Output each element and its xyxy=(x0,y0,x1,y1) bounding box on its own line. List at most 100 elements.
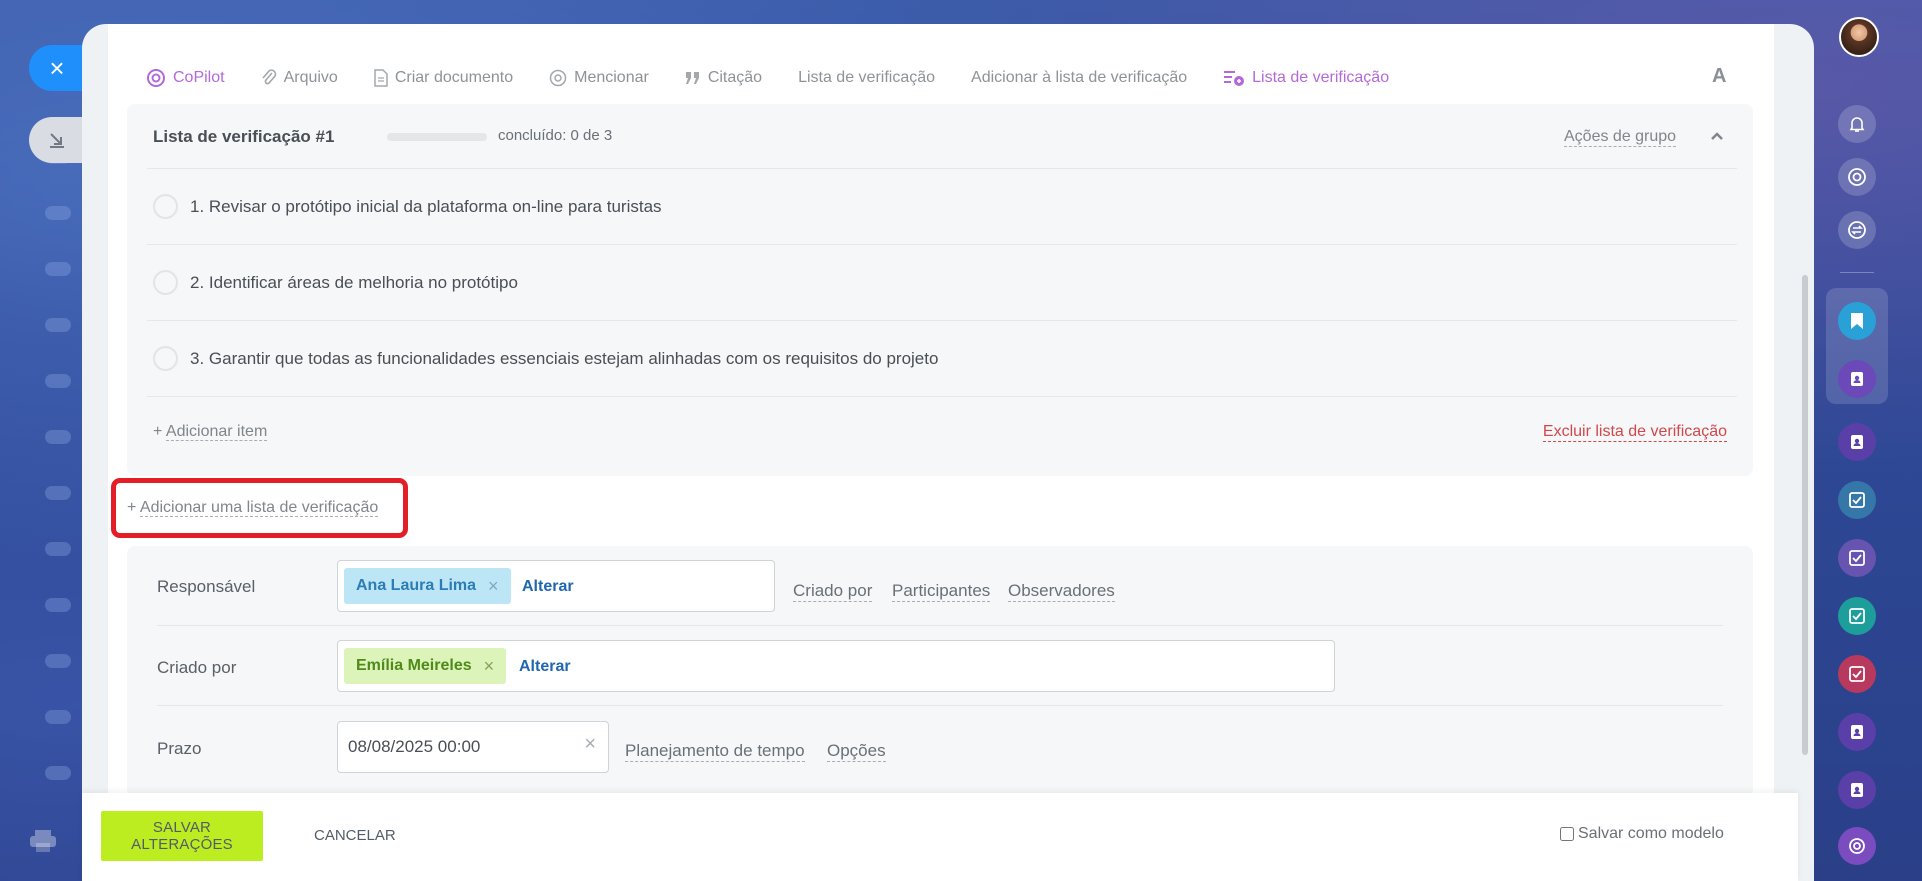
checklist-item-text[interactable]: 3. Garantir que todas as funcionalidades… xyxy=(190,349,938,369)
paperclip-icon xyxy=(261,69,276,85)
checklist-items: 1. Revisar o protótipo inicial da plataf… xyxy=(147,168,1737,396)
task-icon xyxy=(1849,550,1865,566)
checklist-title[interactable]: Lista de verificação #1 xyxy=(153,127,334,147)
toolbar-add-to-checklist[interactable]: Adicionar à lista de verificação xyxy=(971,69,1187,87)
checklist-item-text[interactable]: 2. Identificar áreas de melhoria no prot… xyxy=(190,273,518,293)
chevron-up-icon xyxy=(1711,132,1723,140)
sidebar-bookmark-button[interactable] xyxy=(1838,302,1876,340)
avatar[interactable] xyxy=(1839,17,1879,57)
observers-link[interactable]: Observadores xyxy=(1008,581,1115,602)
time-planning-link[interactable]: Planejamento de tempo xyxy=(625,741,805,762)
field-row-deadline: Prazo 08/08/2025 00:00 × Planejamento de… xyxy=(157,706,1723,786)
bottom-action-bar: SALVAR ALTERAÇÕES CANCELAR Salvar como m… xyxy=(82,793,1798,881)
remove-chip-icon[interactable]: × xyxy=(488,576,499,597)
add-item-link[interactable]: + Adicionar item xyxy=(153,423,268,441)
sync-button[interactable] xyxy=(1838,211,1876,249)
save-changes-button[interactable]: SALVAR ALTERAÇÕES xyxy=(101,811,263,861)
task-fields: Responsável Ana Laura Lima × Alterar Cri… xyxy=(127,546,1753,798)
checklist-item: 1. Revisar o protótipo inicial da plataf… xyxy=(147,168,1737,244)
quote-icon xyxy=(685,72,699,84)
contact-card-icon xyxy=(1851,725,1863,739)
toolbar-checklist[interactable]: Lista de verificação xyxy=(798,69,935,87)
sidebar-contact-button[interactable] xyxy=(1838,713,1876,751)
copilot-button[interactable] xyxy=(1838,158,1876,196)
checklist-item-checkbox[interactable] xyxy=(153,194,178,219)
delete-checklist-link[interactable]: Excluir lista de verificação xyxy=(1542,423,1727,442)
toolbar-attach-file[interactable]: Arquivo xyxy=(261,68,338,88)
copilot-icon xyxy=(1849,838,1865,854)
checklist-block: Lista de verificação #1 concluído: 0 de … xyxy=(127,104,1753,476)
responsible-input[interactable]: Ana Laura Lima × Alterar xyxy=(337,560,775,612)
clear-date-icon[interactable]: × xyxy=(584,733,596,756)
remove-chip-icon[interactable]: × xyxy=(484,656,495,677)
contact-card-icon xyxy=(1851,783,1863,797)
sidebar-contact-button[interactable] xyxy=(1838,771,1876,809)
created-by-link[interactable]: Criado por xyxy=(793,581,873,602)
cancel-button[interactable]: CANCELAR xyxy=(314,827,396,844)
task-icon xyxy=(1849,666,1865,682)
sync-icon xyxy=(1848,221,1866,239)
collapse-checklist-button[interactable] xyxy=(1707,126,1727,146)
created-by-input[interactable]: Emília Meireles × Alterar xyxy=(337,640,1335,692)
contact-card-icon xyxy=(1851,435,1863,449)
task-icon xyxy=(1849,492,1865,508)
checklist-item-checkbox[interactable] xyxy=(153,346,178,371)
checklist-icon xyxy=(1224,71,1245,86)
change-responsible-link[interactable]: Alterar xyxy=(522,578,574,596)
panel-scrollbar[interactable] xyxy=(1802,275,1808,755)
responsible-chip[interactable]: Ana Laura Lima × xyxy=(344,568,511,604)
toolbar-checklist-active[interactable]: Lista de verificação xyxy=(1223,69,1389,87)
minimize-icon xyxy=(50,133,64,148)
checklist-item-checkbox[interactable] xyxy=(153,270,178,295)
toolbar-copilot[interactable]: CoPilot xyxy=(146,68,225,88)
created-by-label: Criado por xyxy=(157,658,237,677)
responsible-label: Responsável xyxy=(157,577,256,596)
bookmark-icon xyxy=(1851,313,1863,329)
notifications-button[interactable] xyxy=(1838,105,1876,143)
minimize-slider-button[interactable] xyxy=(29,117,85,163)
checklist-item-text[interactable]: 1. Revisar o protótipo inicial da plataf… xyxy=(190,197,662,217)
toolbar-create-document[interactable]: Criar documento xyxy=(374,69,513,87)
change-created-by-link[interactable]: Alterar xyxy=(519,658,571,676)
field-row-created-by: Criado por Emília Meireles × Alterar xyxy=(157,626,1723,706)
printer-icon[interactable] xyxy=(28,828,58,854)
options-link[interactable]: Opções xyxy=(827,741,886,762)
sidebar-task-button[interactable] xyxy=(1838,655,1876,693)
close-icon: × xyxy=(49,52,65,83)
group-actions-link[interactable]: Ações de grupo xyxy=(1564,128,1677,147)
deadline-input[interactable]: 08/08/2025 00:00 × xyxy=(337,721,609,773)
document-icon xyxy=(374,69,388,87)
checklist-item: 3. Garantir que todas as funcionalidades… xyxy=(147,320,1737,396)
editor-toolbar: CoPilot Arquivo Criar documento Menciona… xyxy=(146,66,1425,90)
checklist-item: 2. Identificar áreas de melhoria no prot… xyxy=(147,244,1737,320)
bell-icon xyxy=(1849,117,1865,132)
save-as-template-checkbox[interactable] xyxy=(1560,827,1574,841)
toolbar-mention[interactable]: Mencionar xyxy=(549,69,649,87)
created-by-chip[interactable]: Emília Meireles × xyxy=(344,648,507,684)
copilot-icon xyxy=(1848,168,1866,186)
deadline-label: Prazo xyxy=(157,739,202,758)
toolbar-quote[interactable]: Citação xyxy=(685,69,762,87)
field-row-responsible: Responsável Ana Laura Lima × Alterar Cri… xyxy=(157,546,1723,626)
sidebar-task-button[interactable] xyxy=(1838,539,1876,577)
sidebar-task-button[interactable] xyxy=(1838,597,1876,635)
sidebar-divider xyxy=(1840,272,1874,273)
copilot-icon xyxy=(147,69,165,87)
sidebar-contact-button[interactable] xyxy=(1838,360,1876,398)
contact-card-icon xyxy=(1851,372,1863,386)
add-checklist-link[interactable]: + Adicionar uma lista de verificação xyxy=(127,499,379,517)
deadline-value: 08/08/2025 00:00 xyxy=(348,737,481,756)
close-slider-button[interactable]: × xyxy=(29,45,85,91)
background-menu-blur xyxy=(28,150,88,790)
text-formatting-toggle[interactable]: A xyxy=(1712,65,1726,88)
at-icon xyxy=(549,69,567,87)
participants-link[interactable]: Participantes xyxy=(892,581,991,602)
task-icon xyxy=(1849,608,1865,624)
sidebar-copilot-button[interactable] xyxy=(1838,827,1876,865)
sidebar-task-button[interactable] xyxy=(1838,481,1876,519)
checklist-footer: + Adicionar item Excluir lista de verifi… xyxy=(147,396,1737,476)
sidebar-contact-button[interactable] xyxy=(1838,423,1876,461)
save-as-template-option[interactable]: Salvar como modelo xyxy=(1560,825,1724,843)
checklist-progress-bar xyxy=(387,133,487,141)
checklist-status: concluído: 0 de 3 xyxy=(498,127,613,144)
